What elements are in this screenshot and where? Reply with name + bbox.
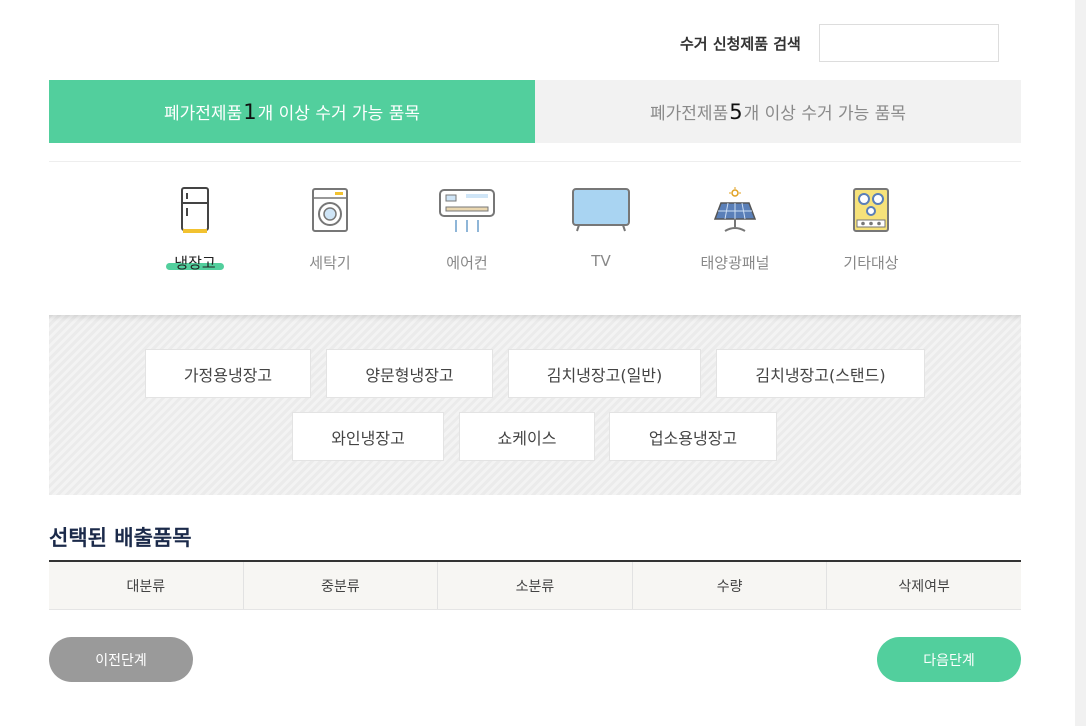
table-header: 대분류 중분류 소분류 수량 삭제여부	[49, 562, 1021, 610]
column-major-category: 대분류	[49, 562, 244, 609]
tab-five-or-more[interactable]: 폐가전제품 5 개 이상 수거 가능 품목	[535, 80, 1021, 143]
stove-icon	[841, 184, 901, 236]
category-label: 태양광패널	[700, 254, 770, 272]
category-etc[interactable]: 기타대상	[816, 184, 926, 273]
search-row: 수거 신청제품 검색	[680, 24, 999, 62]
scrollbar-track[interactable]	[1075, 0, 1086, 726]
category-refrigerator[interactable]: 냉장고	[140, 184, 250, 273]
category-air-conditioner[interactable]: 에어컨	[412, 184, 522, 273]
solar-panel-icon	[705, 184, 765, 236]
column-minor-category: 소분류	[438, 562, 633, 609]
subcategory-kimchi-refrigerator-general[interactable]: 김치냉장고(일반)	[508, 349, 701, 398]
subcategory-wine-refrigerator[interactable]: 와인냉장고	[292, 412, 444, 461]
subcategory-household-refrigerator[interactable]: 가정용냉장고	[145, 349, 311, 398]
category-list: 냉장고 세탁기 에어컨 TV 태양광패널 기타대상	[140, 184, 940, 284]
tab-prefix: 폐가전제품	[164, 104, 243, 124]
previous-step-button[interactable]: 이전단계	[49, 637, 193, 682]
tab-suffix: 개 이상 수거 가능 품목	[743, 104, 906, 124]
category-label: TV	[591, 252, 611, 270]
category-label: 에어컨	[446, 254, 488, 272]
selected-items-title: 선택된 배출품목	[49, 526, 192, 550]
next-step-button[interactable]: 다음단계	[877, 637, 1021, 682]
column-middle-category: 중분류	[244, 562, 439, 609]
quantity-tabs: 폐가전제품 1 개 이상 수거 가능 품목 폐가전제품 5 개 이상 수거 가능…	[49, 80, 1021, 143]
selected-items-table: 대분류 중분류 소분류 수량 삭제여부	[49, 560, 1021, 610]
tab-number: 1	[243, 99, 257, 124]
subcategory-side-by-side-refrigerator[interactable]: 양문형냉장고	[326, 349, 493, 398]
washing-machine-icon	[300, 184, 360, 236]
subcategory-commercial-refrigerator[interactable]: 업소용냉장고	[609, 412, 777, 461]
category-washing-machine[interactable]: 세탁기	[275, 184, 385, 273]
column-delete: 삭제여부	[898, 578, 950, 595]
search-label: 수거 신청제품 검색	[680, 34, 801, 53]
search-input[interactable]	[818, 24, 999, 62]
refrigerator-icon	[165, 184, 225, 236]
category-label: 기타대상	[843, 254, 899, 272]
subcategory-showcase[interactable]: 쇼케이스	[459, 412, 595, 461]
tab-one-or-more[interactable]: 폐가전제품 1 개 이상 수거 가능 품목	[49, 80, 535, 143]
category-solar-panel[interactable]: 태양광패널	[680, 184, 790, 273]
tab-suffix: 개 이상 수거 가능 품목	[257, 104, 420, 124]
category-label: 세탁기	[309, 254, 351, 272]
category-tv[interactable]: TV	[546, 184, 656, 270]
tab-number: 5	[729, 99, 743, 124]
column-quantity: 수량	[633, 562, 828, 609]
subcategory-panel: 가정용냉장고 양문형냉장고 김치냉장고(일반) 김치냉장고(스탠드) 와인냉장고…	[49, 315, 1021, 495]
tab-prefix: 폐가전제품	[650, 104, 729, 124]
air-conditioner-icon	[437, 184, 497, 236]
category-label: 냉장고	[174, 254, 216, 272]
divider	[49, 161, 1021, 162]
subcategory-kimchi-refrigerator-stand[interactable]: 김치냉장고(스탠드)	[716, 349, 925, 398]
tv-icon	[571, 184, 631, 236]
